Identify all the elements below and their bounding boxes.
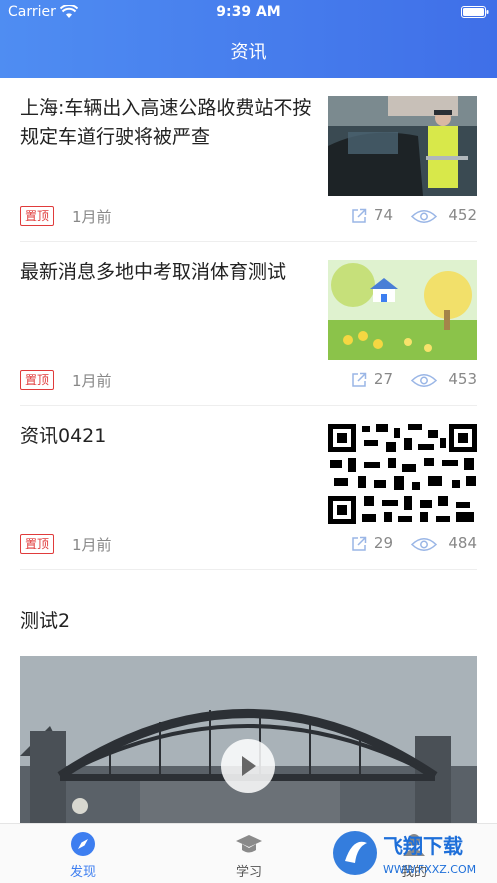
news-title[interactable]: 最新消息多地中考取消体育测试 xyxy=(20,258,315,287)
tab-label: 发现 xyxy=(69,865,96,880)
publish-time: 1月前 xyxy=(72,536,112,554)
eye-icon xyxy=(411,374,437,387)
share-icon[interactable] xyxy=(351,536,367,552)
view-count: 484 xyxy=(448,534,477,552)
clock: 9:39 AM xyxy=(216,4,281,20)
tab-discover[interactable]: 发现 xyxy=(0,824,166,883)
publish-time: 1月前 xyxy=(72,372,112,390)
harbour-bridge-photo[interactable] xyxy=(20,656,477,823)
compass-icon xyxy=(71,832,95,856)
play-button[interactable] xyxy=(221,739,275,793)
news-item[interactable]: 资讯0421 置顶 1月前 29 484 xyxy=(20,406,477,570)
share-count: 29 xyxy=(373,534,393,552)
watermark-url: WWW.FXXZ.COM xyxy=(383,863,476,876)
share-icon[interactable] xyxy=(351,372,367,388)
highway-toll-photo[interactable] xyxy=(328,96,477,196)
page-title: 资讯 xyxy=(230,42,267,63)
play-icon xyxy=(242,756,256,776)
share-icon[interactable] xyxy=(351,208,367,224)
pinned-badge: 置顶 xyxy=(20,206,55,226)
news-item[interactable]: 最新消息多地中考取消体育测试 置顶 1月前 27 453 xyxy=(20,242,477,406)
share-count: 74 xyxy=(373,206,393,224)
video-title[interactable]: 测试2 xyxy=(20,606,70,633)
view-count: 453 xyxy=(448,370,477,388)
battery-icon xyxy=(461,6,489,18)
publish-time: 1月前 xyxy=(72,208,112,226)
app-header: Carrier 9:39 AM 资讯 xyxy=(0,0,497,78)
cartoon-landscape-photo[interactable] xyxy=(328,260,477,360)
tab-label: 学习 xyxy=(235,865,262,880)
graduation-cap-icon xyxy=(236,835,262,853)
news-item[interactable]: 上海:车辆出入高速公路收费站不按规定车道行驶将被严查 置顶 1月前 74 452 xyxy=(20,78,477,242)
pinned-badge: 置顶 xyxy=(20,370,55,390)
share-count: 27 xyxy=(373,370,393,388)
watermark-brand: 飞翔下载 xyxy=(383,834,463,858)
status-bar: Carrier 9:39 AM xyxy=(0,0,497,26)
qr-code-image[interactable] xyxy=(328,424,477,524)
news-meta: 置顶 1月前 27 453 xyxy=(20,369,477,391)
news-meta: 置顶 1月前 74 452 xyxy=(20,205,477,227)
news-meta: 置顶 1月前 29 484 xyxy=(20,533,477,555)
view-count: 452 xyxy=(448,206,477,224)
tab-study[interactable]: 学习 xyxy=(166,824,332,883)
news-title[interactable]: 资讯0421 xyxy=(20,422,315,451)
eye-icon xyxy=(411,210,437,223)
watermark-logo: 飞翔下载 WWW.FXXZ.COM xyxy=(331,823,491,883)
eye-icon xyxy=(411,538,437,551)
pinned-badge: 置顶 xyxy=(20,534,55,554)
news-title[interactable]: 上海:车辆出入高速公路收费站不按规定车道行驶将被严查 xyxy=(20,94,315,152)
news-feed[interactable]: 上海:车辆出入高速公路收费站不按规定车道行驶将被严查 置顶 1月前 74 452 xyxy=(0,78,497,823)
